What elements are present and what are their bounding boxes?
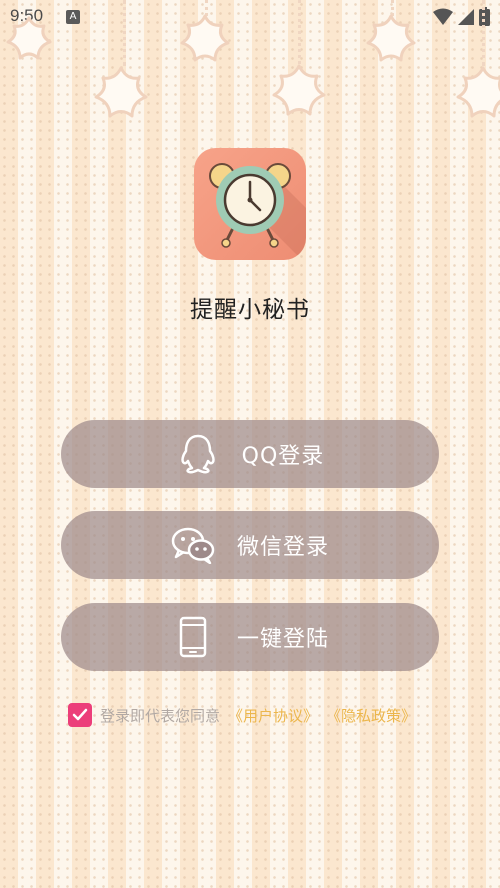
user-agreement-link[interactable]: 《用户协议》 [228, 705, 318, 726]
agreement-checkbox[interactable] [68, 703, 92, 727]
status-bar: 9:50 A [0, 0, 500, 34]
qq-login-label: QQ登录 [241, 444, 325, 469]
a-icon: A [66, 10, 80, 24]
alarm-clock-icon [209, 163, 306, 260]
one-key-login-label: 一键登陆 [236, 627, 329, 652]
app-logo [194, 148, 306, 260]
qq-penguin-icon [176, 432, 220, 476]
star-deco-icon [180, 14, 230, 62]
wechat-login-button[interactable]: 微信登录 [61, 511, 439, 579]
qq-login-button[interactable]: QQ登录 [61, 420, 439, 488]
privacy-policy-link[interactable]: 《隐私政策》 [326, 705, 416, 726]
app-title: 提醒小秘书 [190, 297, 310, 323]
deco-string [123, 0, 126, 66]
star-deco-icon [6, 16, 52, 60]
deco-string [298, 0, 301, 64]
deco-string [482, 0, 485, 66]
star-deco-icon [456, 66, 500, 118]
star-deco-icon [94, 66, 148, 118]
star-deco-icon [366, 14, 416, 62]
wechat-icon [171, 523, 215, 567]
check-icon [72, 708, 88, 721]
one-key-login-button[interactable]: 一键登陆 [61, 603, 439, 671]
phone-icon [171, 615, 215, 659]
wifi-icon [433, 8, 453, 25]
agreement-text: 登录即代表您同意 [100, 706, 221, 725]
star-deco-icon [272, 64, 326, 116]
agreement-row: 登录即代表您同意 《用户协议》 《隐私政策》 [68, 703, 416, 727]
wechat-login-label: 微信登录 [236, 535, 329, 560]
signal-icon [458, 8, 474, 25]
